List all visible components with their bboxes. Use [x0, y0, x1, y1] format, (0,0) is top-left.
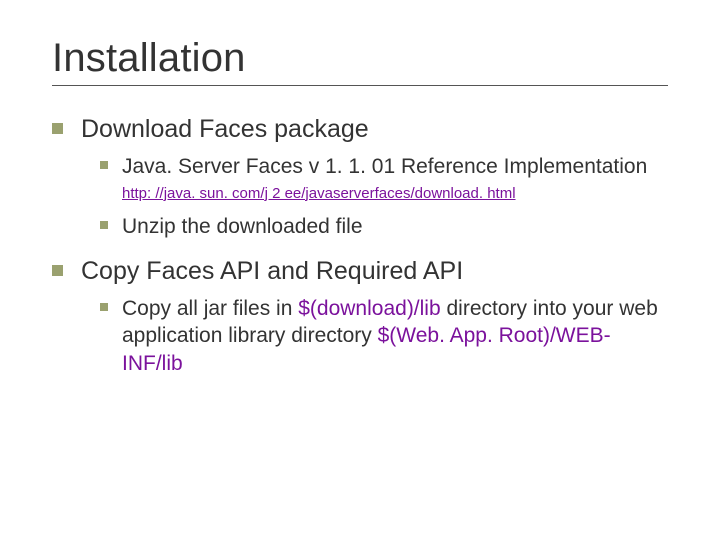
slide: Installation Download Faces package Java… [0, 0, 720, 540]
bullet-copy-api: Copy Faces API and Required API [52, 256, 668, 287]
square-bullet-icon [52, 265, 63, 276]
download-link[interactable]: http: //java. sun. com/j 2 ee/javaserver… [122, 185, 516, 202]
square-bullet-icon [52, 123, 63, 134]
square-bullet-icon [100, 221, 108, 229]
download-url-line: http: //java. sun. com/j 2 ee/javaserver… [122, 185, 668, 203]
path-download-lib: $(download)/lib [298, 297, 440, 320]
slide-title: Installation [52, 36, 668, 81]
text-fragment: Copy all jar files in [122, 297, 298, 320]
subbullet-copy-jars: Copy all jar files in $(download)/lib di… [100, 295, 668, 377]
title-underline [52, 85, 668, 86]
square-bullet-icon [100, 161, 108, 169]
subbullet-jsf-version: Java. Server Faces v 1. 1. 01 Reference … [100, 153, 668, 180]
subbullet-unzip: Unzip the downloaded file [100, 213, 668, 240]
subbullet-text: Unzip the downloaded file [122, 213, 363, 240]
bullet-text: Download Faces package [81, 114, 369, 145]
bullet-text: Copy Faces API and Required API [81, 256, 463, 287]
subbullet-text: Copy all jar files in $(download)/lib di… [122, 295, 668, 377]
subbullet-text: Java. Server Faces v 1. 1. 01 Reference … [122, 153, 647, 180]
square-bullet-icon [100, 303, 108, 311]
bullet-download: Download Faces package [52, 114, 668, 145]
